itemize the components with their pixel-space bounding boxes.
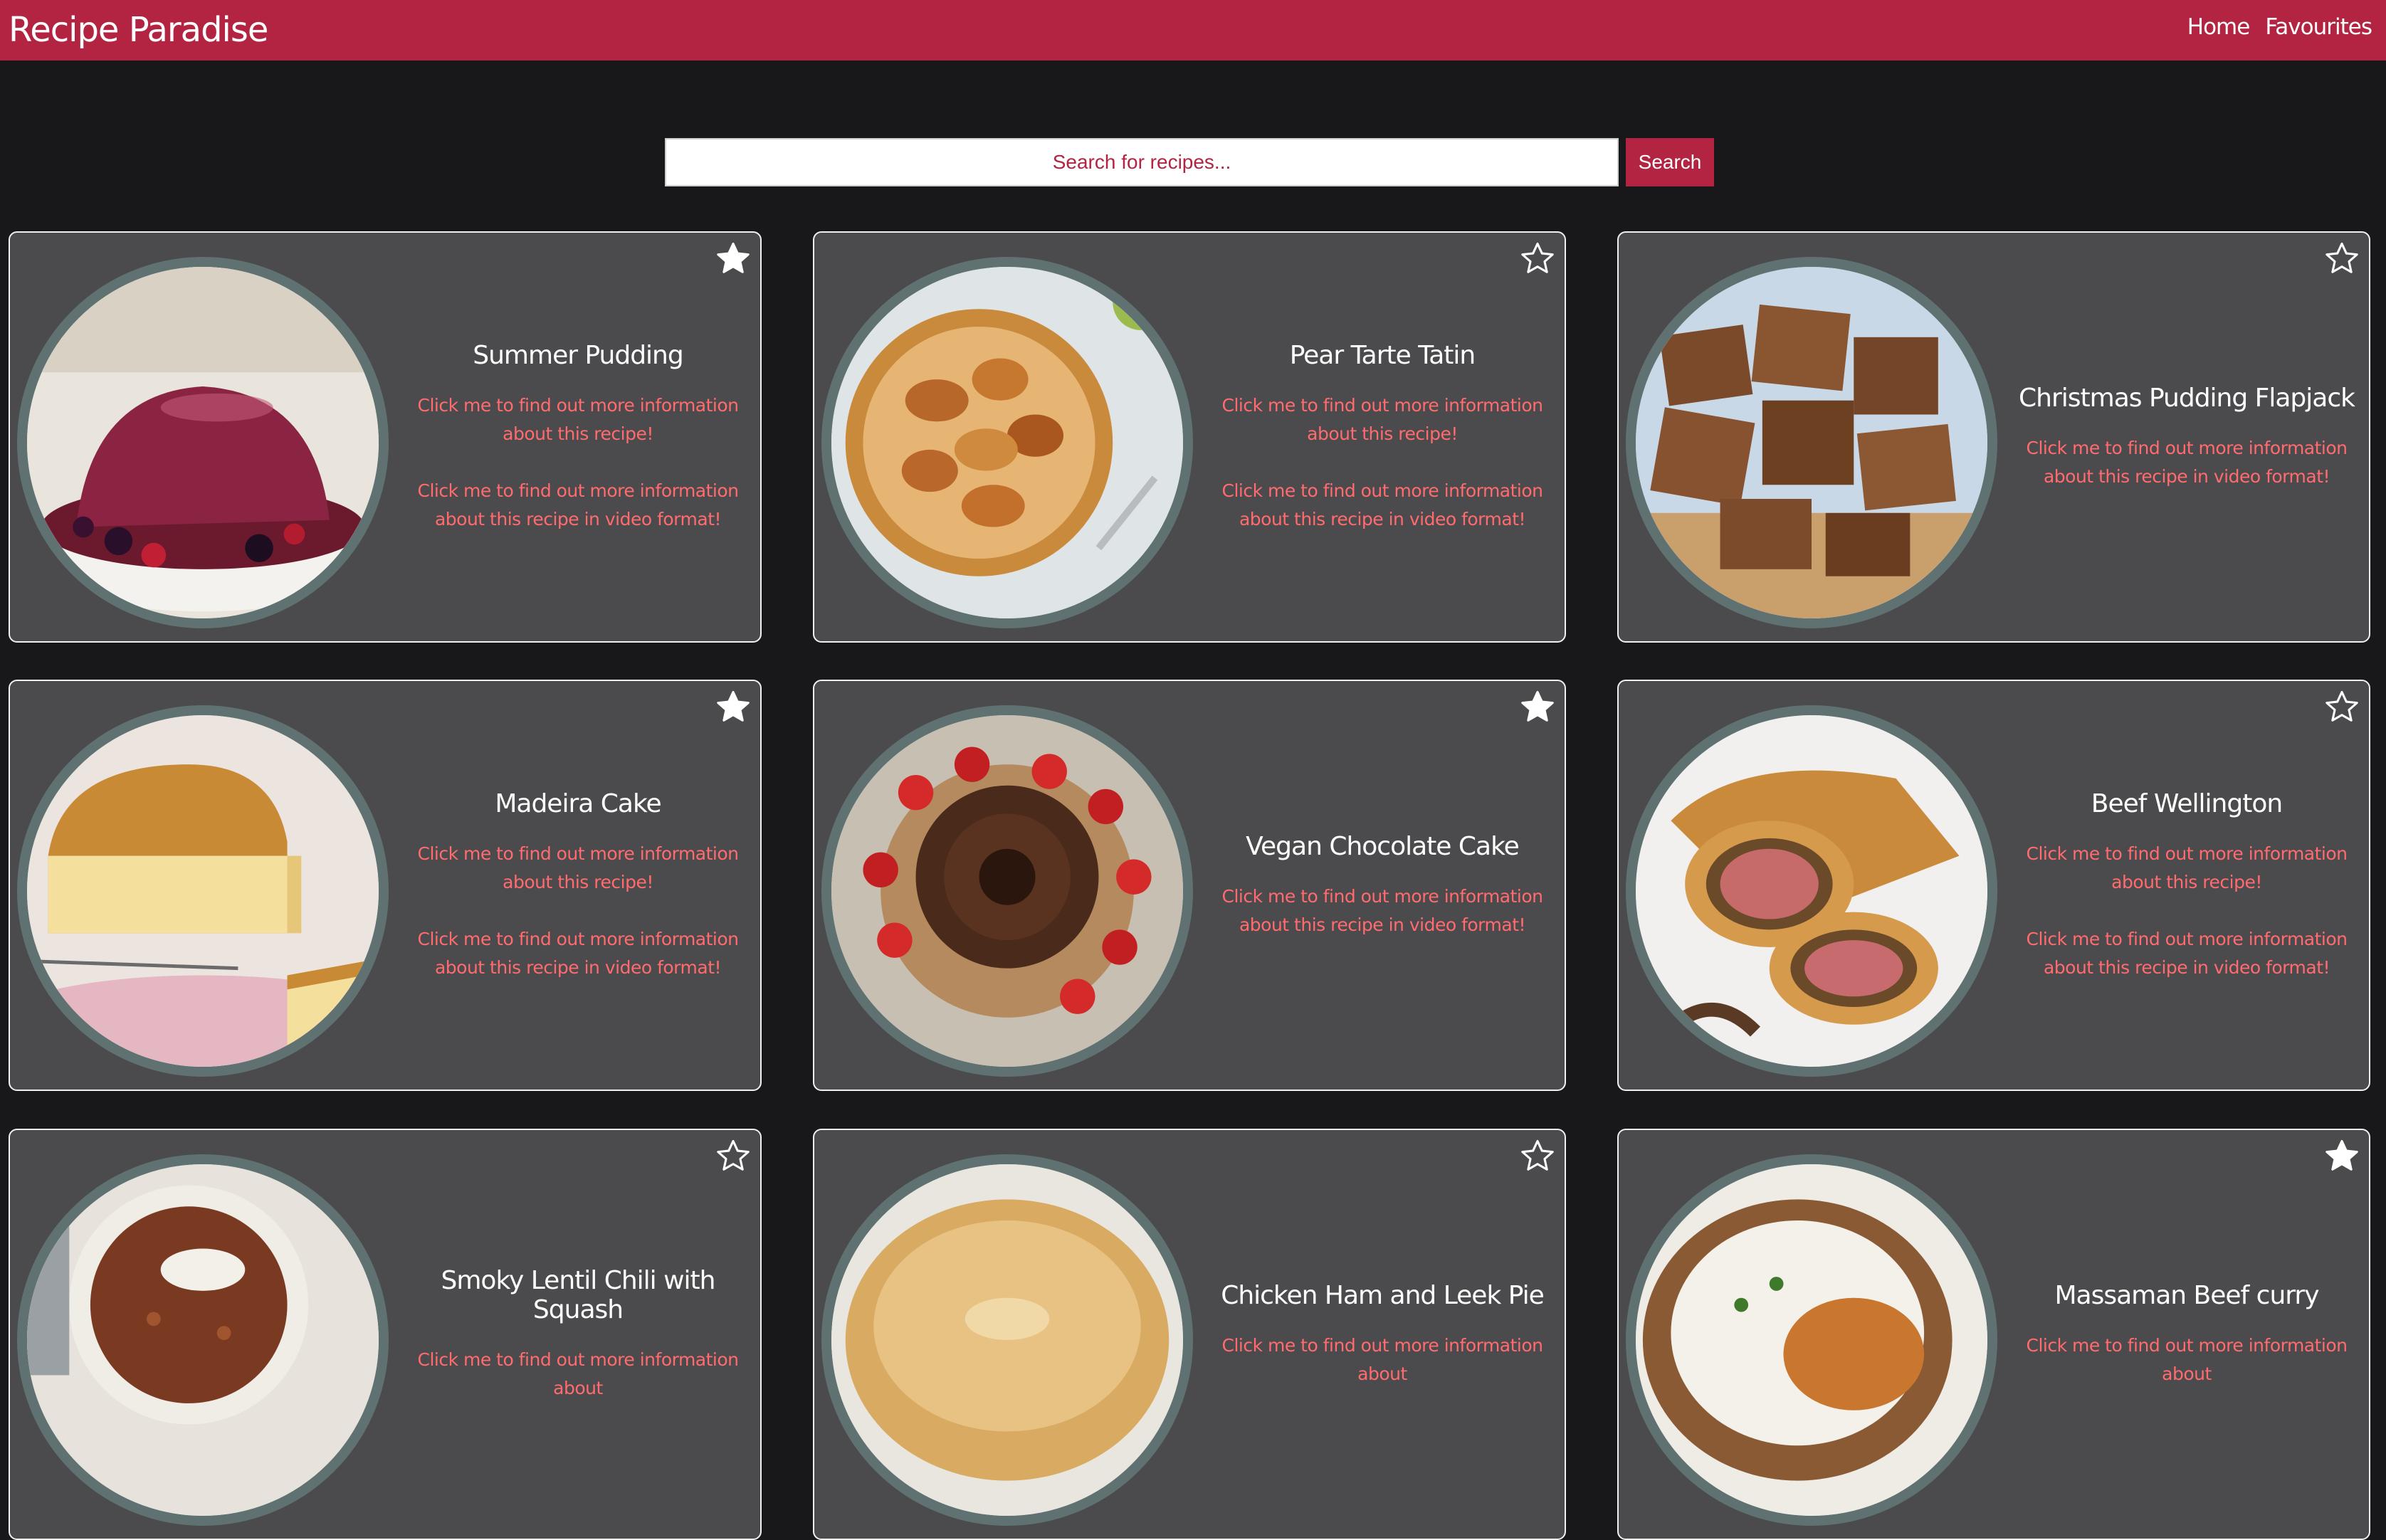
star-outline-icon[interactable] bbox=[2323, 688, 2360, 725]
recipe-card-christmas-pudding-flapjack: Christmas Pudding Flapjack Click me to f… bbox=[1617, 231, 2370, 643]
star-filled-icon[interactable] bbox=[715, 240, 752, 277]
star-filled-icon[interactable] bbox=[715, 688, 752, 725]
navbar: Recipe Paradise Home Favourites bbox=[0, 0, 2386, 60]
search-button[interactable]: Search bbox=[1626, 138, 1714, 186]
brand-title[interactable]: Recipe Paradise bbox=[9, 10, 268, 50]
recipe-video-link[interactable]: Click me to find out more information ab… bbox=[1204, 477, 1560, 534]
recipe-info-link[interactable]: Click me to find out more information ab… bbox=[400, 391, 756, 448]
recipe-title: Pear Tarte Tatin bbox=[1289, 340, 1476, 370]
recipe-image[interactable] bbox=[821, 1154, 1193, 1526]
recipe-image[interactable] bbox=[821, 705, 1193, 1077]
card-body: Beef Wellington Click me to find out mor… bbox=[2009, 681, 2365, 1090]
recipe-video-link[interactable]: Click me to find out more information ab… bbox=[2009, 434, 2365, 491]
recipe-image[interactable] bbox=[17, 705, 389, 1077]
card-body: Pear Tarte Tatin Click me to find out mo… bbox=[1204, 233, 1560, 641]
recipe-info-link[interactable]: Click me to find out more information ab… bbox=[400, 840, 756, 897]
star-outline-icon[interactable] bbox=[715, 1137, 752, 1174]
star-outline-icon[interactable] bbox=[1519, 1137, 1556, 1174]
card-body: Summer Pudding Click me to find out more… bbox=[400, 233, 756, 641]
recipe-info-link[interactable]: Click me to find out more information ab… bbox=[1204, 391, 1560, 448]
recipe-info-link[interactable]: Click me to find out more information ab… bbox=[1204, 1331, 1560, 1388]
card-body: Madeira Cake Click me to find out more i… bbox=[400, 681, 756, 1090]
nav-favourites-link[interactable]: Favourites bbox=[2265, 14, 2372, 40]
recipe-info-link[interactable]: Click me to find out more information ab… bbox=[2009, 1331, 2365, 1388]
star-filled-icon[interactable] bbox=[2323, 1137, 2360, 1174]
recipe-image[interactable] bbox=[17, 257, 389, 628]
star-filled-icon[interactable] bbox=[1519, 688, 1556, 725]
recipe-image[interactable] bbox=[1626, 1154, 1997, 1526]
recipe-title: Vegan Chocolate Cake bbox=[1246, 831, 1520, 861]
recipe-card-chicken-ham-leek-pie: Chicken Ham and Leek Pie Click me to fin… bbox=[813, 1129, 1566, 1540]
nav-links: Home Favourites bbox=[2187, 14, 2372, 40]
recipe-title: Beef Wellington bbox=[2091, 789, 2283, 818]
recipe-video-link[interactable]: Click me to find out more information ab… bbox=[400, 477, 756, 534]
recipe-card-vegan-chocolate-cake: Vegan Chocolate Cake Click me to find ou… bbox=[813, 680, 1566, 1091]
star-outline-icon[interactable] bbox=[1519, 240, 1556, 277]
recipe-card-pear-tarte-tatin: Pear Tarte Tatin Click me to find out mo… bbox=[813, 231, 1566, 643]
card-body: Smoky Lentil Chili with Squash Click me … bbox=[400, 1130, 756, 1539]
card-body: Massaman Beef curry Click me to find out… bbox=[2009, 1130, 2365, 1539]
recipe-video-link[interactable]: Click me to find out more information ab… bbox=[400, 925, 756, 982]
recipe-title: Massaman Beef curry bbox=[2054, 1280, 2319, 1310]
recipe-title: Smoky Lentil Chili with Squash bbox=[441, 1266, 716, 1324]
recipe-card-summer-pudding: Summer Pudding Click me to find out more… bbox=[9, 231, 762, 643]
recipe-info-link[interactable]: Click me to find out more information ab… bbox=[400, 1346, 756, 1403]
recipe-card-smoky-lentil-chili: Smoky Lentil Chili with Squash Click me … bbox=[9, 1129, 762, 1540]
recipe-title: Summer Pudding bbox=[473, 340, 683, 370]
nav-home-link[interactable]: Home bbox=[2187, 14, 2251, 40]
card-body: Christmas Pudding Flapjack Click me to f… bbox=[2009, 233, 2365, 641]
card-body: Vegan Chocolate Cake Click me to find ou… bbox=[1204, 681, 1560, 1090]
recipe-image[interactable] bbox=[17, 1154, 389, 1526]
recipe-video-link[interactable]: Click me to find out more information ab… bbox=[2009, 925, 2365, 982]
card-body: Chicken Ham and Leek Pie Click me to fin… bbox=[1204, 1130, 1560, 1539]
recipe-image[interactable] bbox=[821, 257, 1193, 628]
recipe-info-link[interactable]: Click me to find out more information ab… bbox=[2009, 840, 2365, 897]
recipe-image[interactable] bbox=[1626, 257, 1997, 628]
star-outline-icon[interactable] bbox=[2323, 240, 2360, 277]
recipe-title: Madeira Cake bbox=[495, 789, 661, 818]
search-input[interactable] bbox=[665, 138, 1619, 186]
recipe-title: Chicken Ham and Leek Pie bbox=[1221, 1280, 1545, 1310]
recipe-card-beef-wellington: Beef Wellington Click me to find out mor… bbox=[1617, 680, 2370, 1091]
recipe-video-link[interactable]: Click me to find out more information ab… bbox=[1204, 882, 1560, 939]
recipe-image[interactable] bbox=[1626, 705, 1997, 1077]
recipe-title: Christmas Pudding Flapjack bbox=[2019, 383, 2355, 413]
recipe-card-massaman-beef-curry: Massaman Beef curry Click me to find out… bbox=[1617, 1129, 2370, 1540]
recipe-card-madeira-cake: Madeira Cake Click me to find out more i… bbox=[9, 680, 762, 1091]
